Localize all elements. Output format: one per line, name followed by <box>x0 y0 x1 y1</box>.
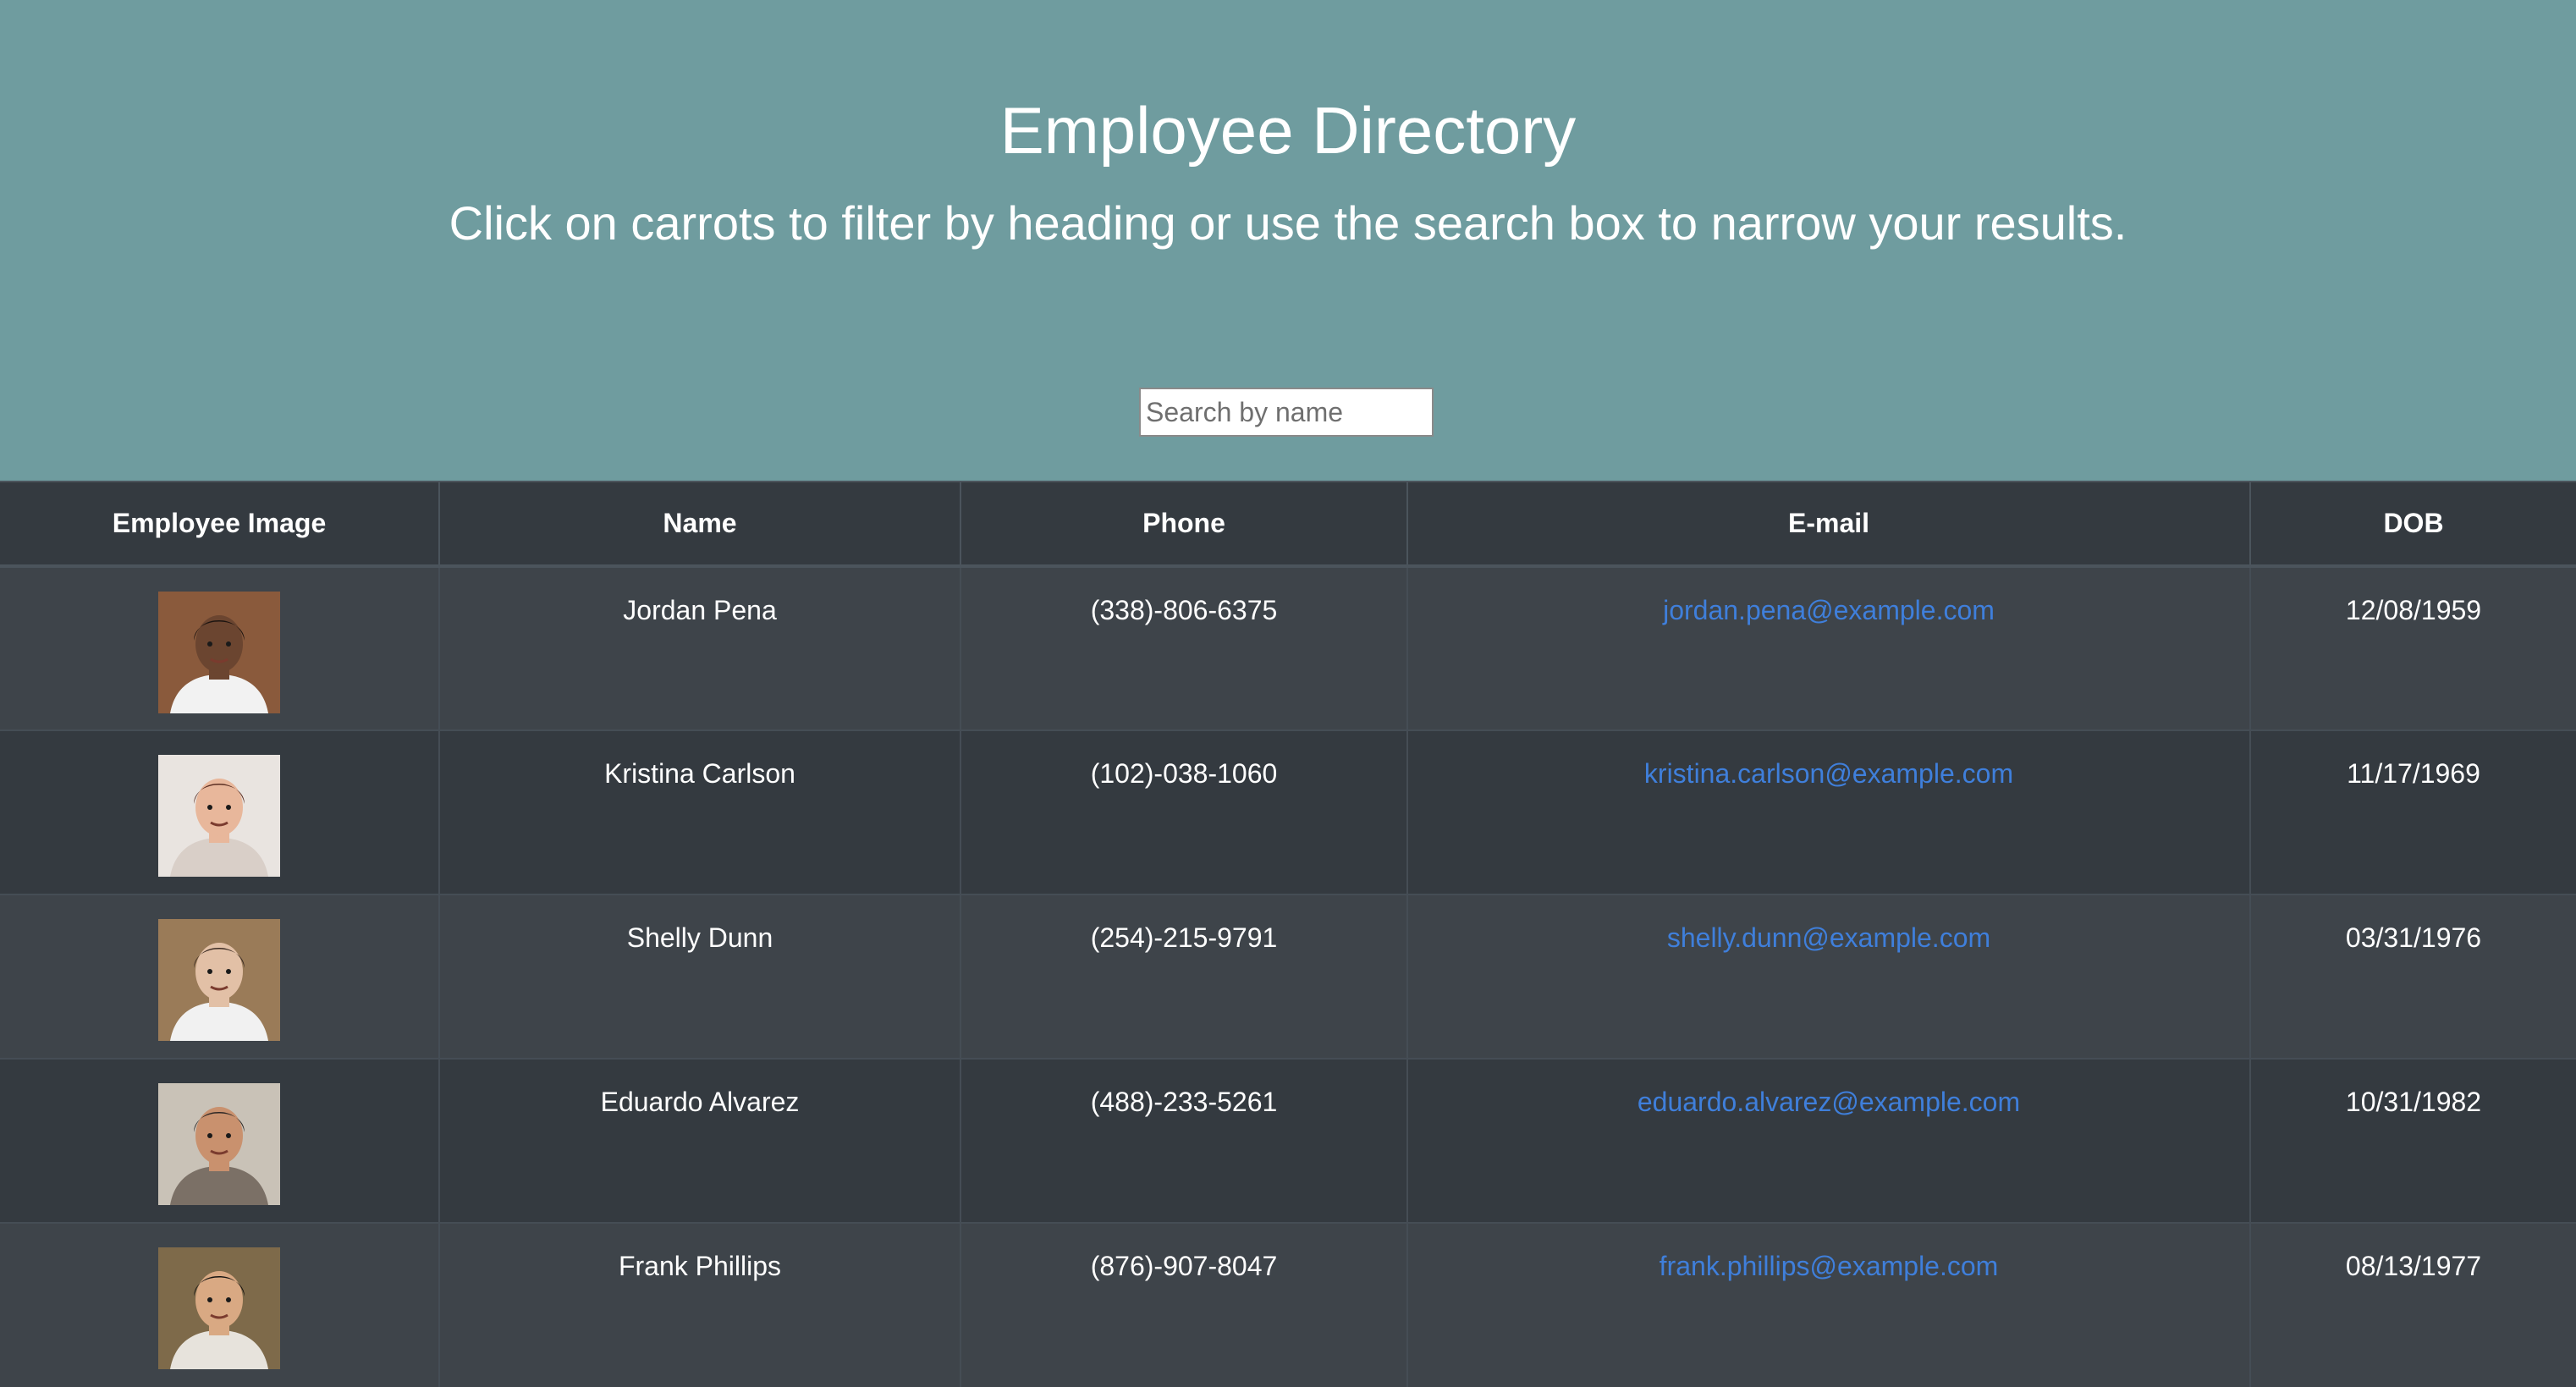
employee-photo <box>158 1083 280 1205</box>
employee-dob: 08/13/1977 <box>2345 1251 2482 1281</box>
employee-dob: 10/31/1982 <box>2345 1087 2482 1117</box>
employee-name: Kristina Carlson <box>604 758 795 789</box>
employee-dob-cell: 10/31/1982 <box>2249 1058 2576 1223</box>
employee-phone-cell: (488)-233-5261 <box>960 1058 1407 1223</box>
employee-dob-cell: 03/31/1976 <box>2249 894 2576 1059</box>
column-header-image[interactable]: Employee Image <box>0 481 439 568</box>
search-input[interactable] <box>1139 388 1434 437</box>
employee-phone-cell: (102)-038-1060 <box>960 729 1407 894</box>
page-title: Employee Directory <box>999 93 1577 168</box>
employee-email-link[interactable]: eduardo.alvarez@example.com <box>1638 1087 2020 1117</box>
employee-photo <box>158 1247 280 1369</box>
table-row: Frank Phillips (876)-907-8047 frank.philli… <box>0 1222 2576 1387</box>
employee-email-link[interactable]: shelly.dunn@example.com <box>1667 922 1990 953</box>
employee-phone: (488)-233-5261 <box>1090 1087 1278 1117</box>
header-row: Employee Image Name Phone E-mail DOB <box>0 481 2576 568</box>
employee-email-link-cell: kristina.carlson@example.com <box>1406 729 2250 894</box>
employee-email-link-cell: jordan.pena@example.com <box>1406 565 2250 730</box>
employee-phone: (254)-215-9791 <box>1090 922 1278 953</box>
column-header-phone[interactable]: Phone <box>960 481 1407 568</box>
table-row: Jordan Pena (338)-806-6375 jordan.pena@exa… <box>0 565 2576 730</box>
employee-dob: 12/08/1959 <box>2345 595 2482 625</box>
employee-image-cell <box>0 894 439 1059</box>
employee-email-link-cell: frank.phillips@example.com <box>1406 1222 2250 1387</box>
employee-name-cell: Jordan Pena <box>438 565 960 730</box>
employee-email-link-cell: eduardo.alvarez@example.com <box>1406 1058 2250 1223</box>
employee-dob-cell: 11/17/1969 <box>2249 729 2576 894</box>
employee-name-cell: Frank Phillips <box>438 1222 960 1387</box>
employee-phone: (102)-038-1060 <box>1090 758 1278 789</box>
page-header: Employee Directory Click on carrots to f… <box>0 0 2576 481</box>
employee-dob: 11/17/1969 <box>2347 758 2480 789</box>
employee-name: Eduardo Alvarez <box>600 1087 800 1117</box>
table-row: Eduardo Alvarez (488)-233-5261 eduardo.alv… <box>0 1058 2576 1223</box>
table-row: Shelly Dunn (254)-215-9791 shelly.dunn@exa… <box>0 894 2576 1059</box>
column-header-email[interactable]: E-mail <box>1406 481 2250 568</box>
employee-name: Shelly Dunn <box>626 922 773 953</box>
employee-phone-cell: (254)-215-9791 <box>960 894 1407 1059</box>
employee-phone: (338)-806-6375 <box>1090 595 1278 625</box>
employee-email-link[interactable]: frank.phillips@example.com <box>1660 1251 1999 1281</box>
employee-phone-cell: (338)-806-6375 <box>960 565 1407 730</box>
employee-email-link-cell: shelly.dunn@example.com <box>1406 894 2250 1059</box>
column-header-name[interactable]: Name <box>438 481 960 568</box>
employee-photo <box>158 919 280 1041</box>
employee-email-link[interactable]: jordan.pena@example.com <box>1663 595 1995 625</box>
employee-photo <box>158 592 280 713</box>
table-row: Kristina Carlson (102)-038-1060 kristina.c… <box>0 729 2576 894</box>
employee-name: Frank Phillips <box>618 1251 782 1281</box>
employee-dob-cell: 08/13/1977 <box>2249 1222 2576 1387</box>
employee-dob: 03/31/1976 <box>2345 922 2482 953</box>
employee-name-cell: Eduardo Alvarez <box>438 1058 960 1223</box>
employee-name: Jordan Pena <box>623 595 777 625</box>
employee-email-link[interactable]: kristina.carlson@example.com <box>1644 758 2013 789</box>
employee-name-cell: Kristina Carlson <box>438 729 960 894</box>
table-body: Jordan Pena (338)-806-6375 jordan.pena@exa… <box>0 565 2576 1387</box>
employee-phone-cell: (876)-907-8047 <box>960 1222 1407 1387</box>
employee-image-cell <box>0 565 439 730</box>
employee-image-cell <box>0 1058 439 1223</box>
employee-dob-cell: 12/08/1959 <box>2249 565 2576 730</box>
table-header: Employee Image Name Phone E-mail DOB <box>0 481 2576 568</box>
employee-image-cell <box>0 1222 439 1387</box>
employee-image-cell <box>0 729 439 894</box>
column-header-dob[interactable]: DOB <box>2249 481 2576 568</box>
employee-phone: (876)-907-8047 <box>1090 1251 1278 1281</box>
employee-photo <box>158 755 280 877</box>
employee-table: Employee Image Name Phone E-mail DOB Jor… <box>0 481 2576 1387</box>
employee-name-cell: Shelly Dunn <box>438 894 960 1059</box>
page-subtitle: Click on carrots to filter by heading or… <box>449 196 2127 250</box>
